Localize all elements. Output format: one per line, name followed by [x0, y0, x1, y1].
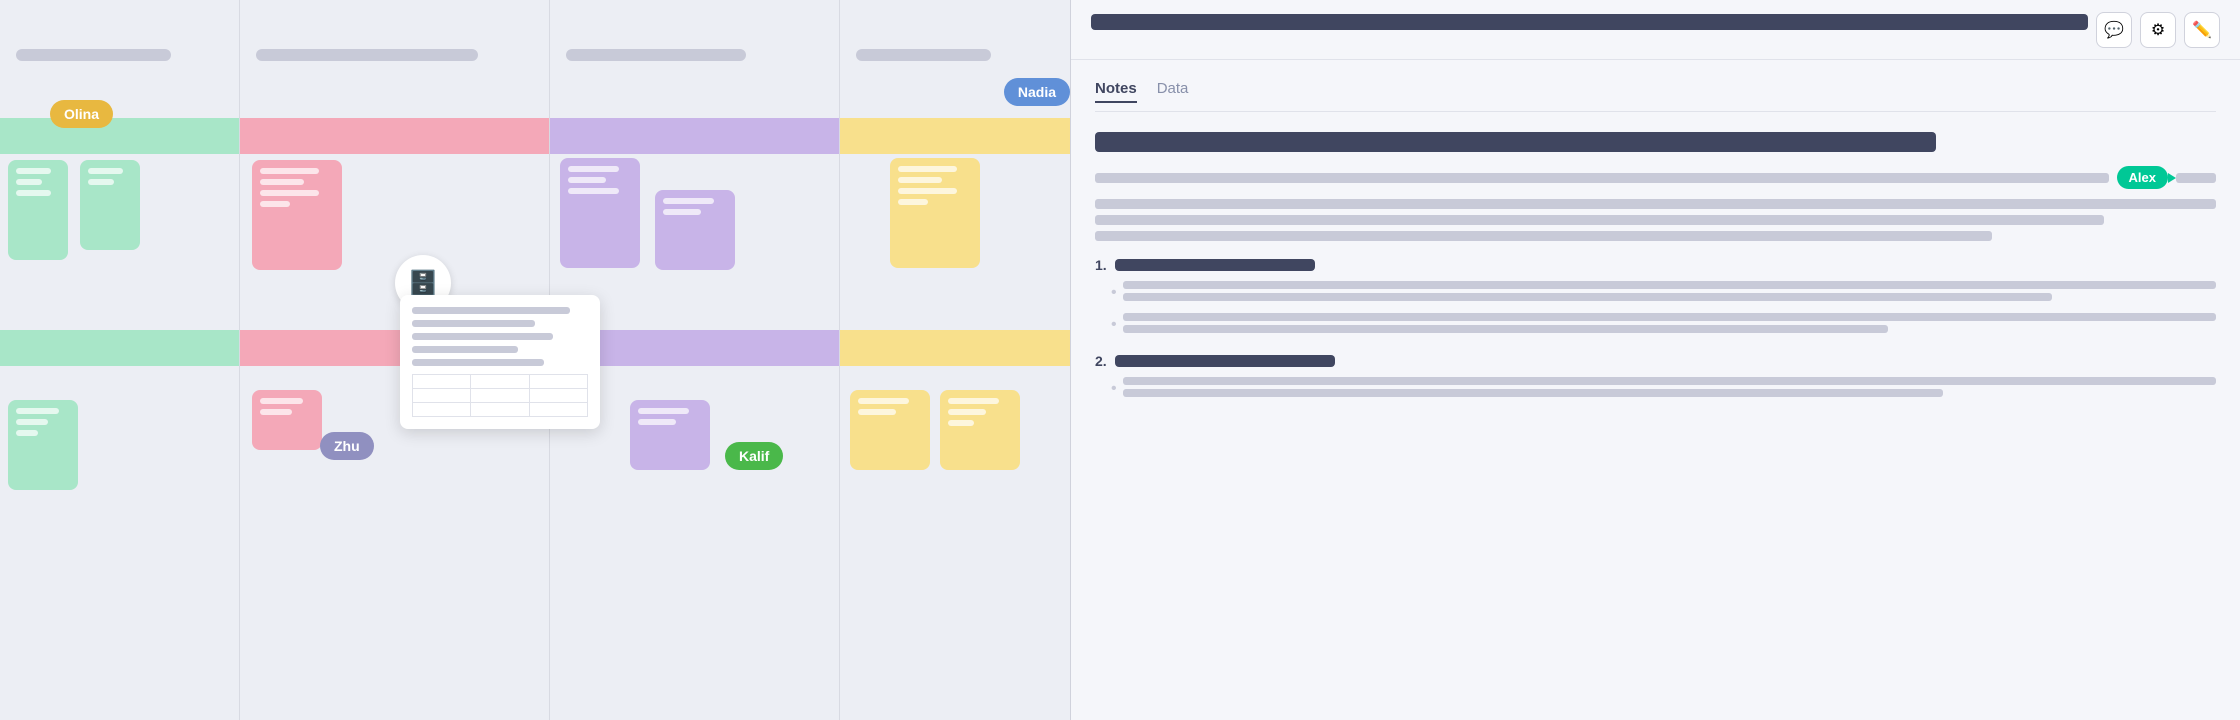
panel-header: 💬 ⚙ ✏️	[1071, 0, 2240, 60]
col-1-row2	[0, 330, 239, 380]
panel-tabs: Notes Data	[1095, 80, 2216, 112]
edit-icon-button[interactable]: ✏️	[2184, 12, 2220, 48]
card-green-2	[80, 160, 140, 250]
user-bubble-zhu-label: Zhu	[334, 438, 360, 454]
notes-section-1-bar	[1115, 259, 1315, 271]
col-4-row2	[840, 330, 1070, 380]
col-3-header-bar	[566, 49, 746, 61]
notes-section-2: 2. •	[1095, 353, 2216, 401]
grid: Olina	[0, 0, 1070, 720]
right-panel: 💬 ⚙ ✏️ Notes Data Alex 1.	[1070, 0, 2240, 720]
bullet-2-line-1	[1123, 313, 2216, 321]
canvas-area: Olina	[0, 0, 1070, 720]
notes-gray-bar-1	[1095, 199, 2216, 209]
card-purple-2	[655, 190, 735, 270]
tab-notes[interactable]: Notes	[1095, 80, 1137, 103]
card-green-1	[8, 160, 68, 260]
user-bubble-zhu: Zhu	[320, 432, 374, 460]
col-2-header	[240, 0, 549, 110]
bullet-3: •	[1111, 377, 2216, 401]
popup-card	[400, 295, 600, 429]
popup-line-5	[412, 359, 544, 366]
bullet-2-line-2	[1123, 325, 1888, 333]
bullet-1: •	[1111, 281, 2216, 305]
card-pink-1	[252, 160, 342, 270]
col-4-strip-yellow	[840, 118, 1070, 154]
popup-line-1	[412, 307, 570, 314]
popup-line-2	[412, 320, 535, 327]
column-4: Nadia	[840, 0, 1070, 720]
user-bubble-alex: Alex	[2117, 166, 2168, 189]
col-3-strip-purple	[550, 118, 839, 154]
card-yellow-1	[890, 158, 980, 268]
panel-header-title-bar	[1091, 14, 2088, 30]
col-1-header: Olina	[0, 0, 239, 110]
inline-user-row: Alex	[1095, 166, 2216, 189]
comment-icon-button[interactable]: 💬	[2096, 12, 2132, 48]
bullet-dot-2: •	[1111, 316, 1117, 334]
notes-section-2-header: 2.	[1095, 353, 2216, 369]
card-green-3	[8, 400, 78, 490]
notes-section-1-header: 1.	[1095, 257, 2216, 273]
notes-title-bar	[1095, 132, 1936, 152]
notes-gray-bar-2	[1095, 215, 2104, 225]
bullet-dot-3: •	[1111, 380, 1117, 398]
tab-data[interactable]: Data	[1157, 80, 1189, 103]
card-purple-1	[560, 158, 640, 268]
popup-line-3	[412, 333, 553, 340]
user-bubble-olina-label: Olina	[64, 106, 99, 122]
col-1-strip-green	[0, 118, 239, 154]
col-4-row1: Nadia	[840, 110, 1070, 310]
user-bubble-olina: Olina	[50, 100, 113, 128]
bullet-3-line-2	[1123, 389, 1943, 397]
notes-section-1-num: 1.	[1095, 257, 1107, 273]
notes-section-2-bar	[1115, 355, 1335, 367]
col-4-header-bar	[856, 49, 991, 61]
col-2-header-bar	[256, 49, 478, 61]
bullet-2: •	[1111, 313, 2216, 337]
settings-icon-button[interactable]: ⚙	[2140, 12, 2176, 48]
col-4-strip-yellow-2	[840, 330, 1070, 366]
inline-gray-bar-1	[1095, 173, 2109, 183]
bullet-1-line-2	[1123, 293, 2052, 301]
col-3-row1	[550, 110, 839, 310]
bullet-1-line-1	[1123, 281, 2216, 289]
notes-section-2-num: 2.	[1095, 353, 1107, 369]
panel-content: Notes Data Alex 1. •	[1071, 60, 2240, 437]
bullet-dot-1: •	[1111, 284, 1117, 302]
card-purple-3	[630, 400, 710, 470]
popup-line-4	[412, 346, 518, 353]
col-2-strip-pink	[240, 118, 549, 154]
col-2-row1: 🗄️	[240, 110, 549, 310]
card-yellow-3	[940, 390, 1020, 470]
card-yellow-2	[850, 390, 930, 470]
card-pink-2	[252, 390, 322, 450]
bullet-3-line-1	[1123, 377, 2216, 385]
notes-section-1: 1. • •	[1095, 257, 2216, 337]
column-2: 🗄️ Zhu	[240, 0, 550, 720]
user-bubble-nadia-label: Nadia	[1018, 84, 1056, 100]
col-1-header-bar	[16, 49, 171, 61]
user-bubble-nadia: Nadia	[1004, 78, 1070, 106]
alex-label: Alex	[2129, 170, 2156, 185]
col-1-strip-green-2	[0, 330, 239, 366]
inline-gray-bar-2	[2176, 173, 2216, 183]
col-3-header: Peter	[550, 0, 839, 110]
user-bubble-kalif-label: Kalif	[739, 448, 769, 464]
notes-gray-bar-3	[1095, 231, 1992, 241]
user-bubble-kalif: Kalif	[725, 442, 783, 470]
column-1: Olina	[0, 0, 240, 720]
popup-table	[412, 374, 588, 417]
col-1-row1	[0, 110, 239, 310]
